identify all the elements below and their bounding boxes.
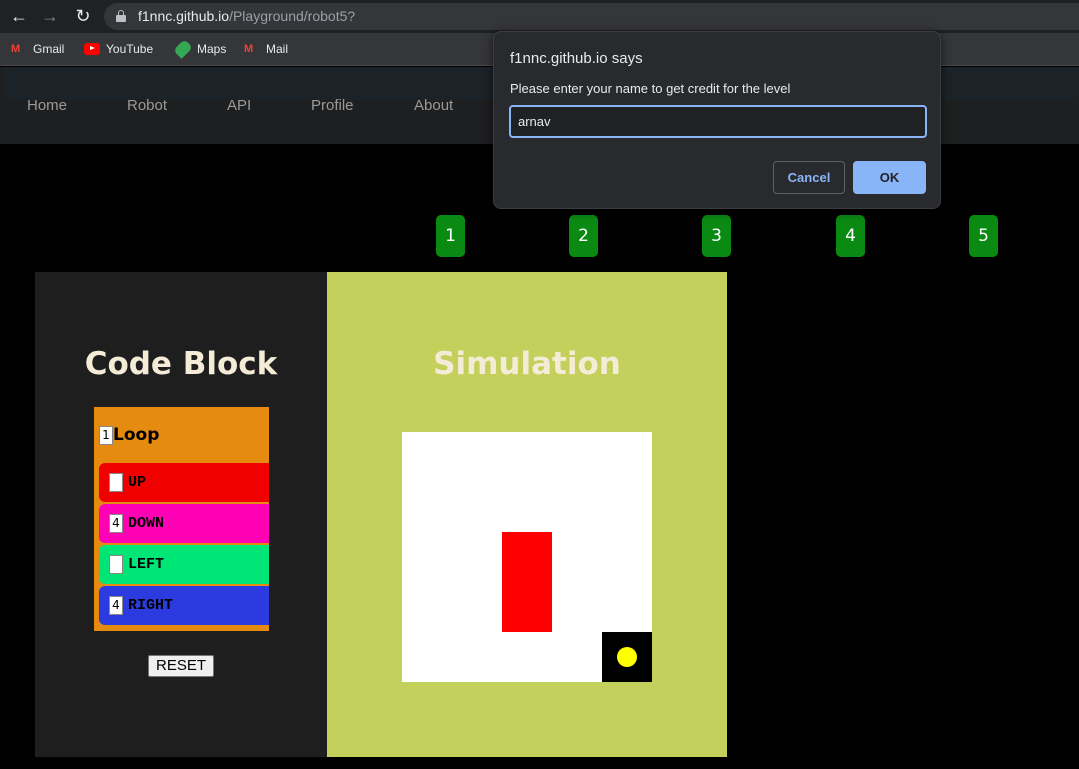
lock-icon [116,10,126,22]
dialog-title: f1nnc.github.io says [510,50,643,67]
bookmark-gmail[interactable]: M Gmail [11,40,64,58]
level-button-3[interactable]: 3 [702,215,731,257]
robot-dot [617,647,637,667]
loop-count-input[interactable]: 1 [99,426,113,445]
url-path: /Playground/robot5? [229,8,356,24]
bookmark-label: Maps [197,42,227,56]
youtube-icon [84,43,100,55]
address-bar[interactable]: f1nnc.github.io/Playground/robot5? [104,3,1079,30]
bookmark-mail[interactable]: M Mail [244,40,288,58]
left-value-input[interactable] [109,555,123,574]
bookmark-label: YouTube [106,42,154,56]
command-label: UP [128,474,147,491]
command-down[interactable]: 4 DOWN [99,504,269,543]
bookmark-label: Mail [266,42,289,56]
level-button-2[interactable]: 2 [569,215,598,257]
command-label: DOWN [128,515,165,532]
up-value-input[interactable] [109,473,123,492]
down-value-input[interactable]: 4 [109,514,123,533]
dialog-message: Please enter your name to get credit for… [510,81,791,96]
nav-home[interactable]: Home [27,97,67,114]
reset-button[interactable]: RESET [148,655,214,677]
right-value-input[interactable]: 4 [109,596,123,615]
nav-api[interactable]: API [227,97,251,114]
url-text: f1nnc.github.io/Playground/robot5? [138,8,355,24]
command-up[interactable]: UP [99,463,269,502]
command-left[interactable]: LEFT [99,545,269,584]
name-input[interactable] [509,105,927,138]
back-icon[interactable]: ← [7,5,31,27]
reload-icon[interactable]: ↻ [71,5,95,27]
bookmark-youtube[interactable]: YouTube [84,40,153,58]
obstacle-block [502,532,552,632]
nav-robot[interactable]: Robot [127,97,167,114]
mail-icon: M [244,43,254,55]
gmail-icon: M [11,43,21,55]
bookmark-maps[interactable]: Maps [173,39,227,59]
level-button-1[interactable]: 1 [436,215,465,257]
command-label: RIGHT [128,597,174,614]
loop-block[interactable]: 1 Loop UP 4 DOWN LEFT 4 RIGHT [94,407,269,631]
cancel-button[interactable]: Cancel [773,161,845,194]
prompt-dialog: f1nnc.github.io says Please enter your n… [493,31,941,209]
maps-icon [173,39,193,59]
forward-icon[interactable]: → [38,5,62,27]
simulation-grid [402,432,652,682]
level-button-5[interactable]: 5 [969,215,998,257]
code-block-title: Code Block [84,346,278,382]
bookmark-label: Gmail [33,42,65,56]
ok-button[interactable]: OK [853,161,926,194]
browser-toolbar: ← → ↻ f1nnc.github.io/Playground/robot5? [0,0,1079,33]
nav-about[interactable]: About [414,97,453,114]
command-right[interactable]: 4 RIGHT [99,586,269,625]
code-block-panel: Code Block 1 Loop UP 4 DOWN LEFT 4 RIGHT… [35,272,327,757]
loop-label: Loop [113,425,160,445]
simulation-title: Simulation [433,346,621,382]
url-host: f1nnc.github.io [138,8,230,24]
command-label: LEFT [128,556,165,573]
simulation-panel: Simulation [327,272,727,757]
nav-profile[interactable]: Profile [311,97,354,114]
level-button-4[interactable]: 4 [836,215,865,257]
